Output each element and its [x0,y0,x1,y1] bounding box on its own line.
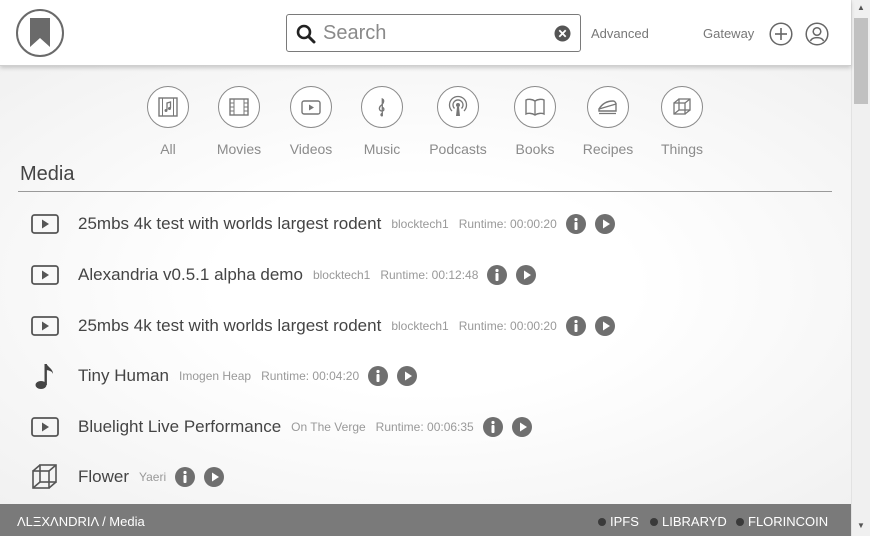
search-icon [296,24,316,49]
podcast-icon [437,86,479,128]
media-publisher: blocktech1 [391,217,449,231]
category-all[interactable]: All [133,86,203,157]
category-books[interactable]: Books [500,86,570,157]
category-label: Movies [216,141,262,157]
section-divider [18,191,832,192]
pie-icon [587,86,629,128]
media-publisher: Yaeri [139,470,167,484]
play-icon[interactable] [511,417,532,437]
media-row[interactable]: 25mbs 4k test with worlds largest rodent… [30,312,615,340]
status-ipfs: IPFS [598,514,639,529]
category-label: Recipes [582,141,634,157]
music-note-icon [30,362,64,390]
status-dot [650,517,658,526]
category-label: Things [660,141,704,157]
media-title[interactable]: Bluelight Live Performance [78,417,281,437]
status-libraryd: LIBRARYD [650,514,727,529]
status-label: FLORINCOIN [748,514,829,529]
category-label: All [160,141,176,157]
top-header: Advanced Gateway [0,0,851,66]
media-runtime: Runtime: 00:00:20 [458,319,557,333]
scroll-up-arrow-icon[interactable]: ▲ [857,3,865,12]
media-runtime: Runtime: 00:12:48 [380,268,479,282]
cube-type-icon [30,463,64,491]
play-icon[interactable] [397,366,418,386]
clear-search-icon[interactable] [554,25,571,47]
media-runtime: Runtime: 00:06:35 [375,420,474,434]
category-music[interactable]: Music [347,86,417,157]
main-content: All Movies Videos Music Podcasts Books R… [0,66,851,504]
treble-clef-icon [361,86,403,128]
info-icon[interactable] [565,214,586,234]
category-label: Books [515,141,555,157]
media-title[interactable]: Tiny Human [78,366,169,386]
section-title: Media [20,163,75,185]
media-title[interactable]: Alexandria v0.5.1 alpha demo [78,265,303,285]
vertical-scrollbar[interactable]: ▲ ▼ [851,0,870,536]
media-title[interactable]: 25mbs 4k test with worlds largest rodent [78,214,381,234]
search-input[interactable] [323,19,543,47]
media-row[interactable]: Flower Yaeri [30,463,225,491]
video-type-icon [30,312,64,340]
category-label: Podcasts [429,141,487,157]
media-row[interactable]: Tiny Human Imogen Heap Runtime: 00:04:20 [30,362,418,390]
play-icon[interactable] [516,265,537,285]
status-footer: ΛLΞXΛNDRIΛ / Media IPFS LIBRARYD FLORINC… [0,504,851,536]
media-publisher: On The Verge [291,420,366,434]
media-runtime: Runtime: 00:00:20 [458,217,557,231]
search-box [286,14,581,52]
gateway-link[interactable]: Gateway [703,26,754,41]
video-type-icon [30,210,64,238]
status-label: LIBRARYD [662,514,727,529]
play-icon[interactable] [594,214,615,234]
category-podcasts[interactable]: Podcasts [423,86,493,157]
info-icon[interactable] [368,366,389,386]
play-icon[interactable] [204,467,225,487]
cube-icon [661,86,703,128]
play-icon[interactable] [594,316,615,336]
media-publisher: Imogen Heap [179,369,252,383]
media-row[interactable]: Alexandria v0.5.1 alpha demo blocktech1 … [30,261,537,289]
media-title[interactable]: Flower [78,467,129,487]
media-row[interactable]: 25mbs 4k test with worlds largest rodent… [30,210,615,238]
status-dot [736,517,744,526]
media-row[interactable]: Bluelight Live Performance On The Verge … [30,413,532,441]
info-icon[interactable] [175,467,196,487]
info-icon[interactable] [565,316,586,336]
breadcrumb[interactable]: ΛLΞXΛNDRIΛ / Media [17,514,145,529]
info-icon[interactable] [482,417,503,437]
category-label: Videos [289,141,333,157]
category-videos[interactable]: Videos [276,86,346,157]
scroll-down-arrow-icon[interactable]: ▼ [857,521,865,530]
category-movies[interactable]: Movies [204,86,274,157]
info-icon[interactable] [487,265,508,285]
media-publisher: blocktech1 [312,268,371,282]
category-things[interactable]: Things [647,86,717,157]
status-label: IPFS [610,514,639,529]
media-title[interactable]: 25mbs 4k test with worlds largest rodent [78,316,381,336]
user-circle-icon[interactable] [805,22,829,51]
media-runtime: Runtime: 00:04:20 [261,369,360,383]
video-type-icon [30,413,64,441]
film-icon [218,86,260,128]
media-publisher: blocktech1 [391,319,449,333]
status-dot [598,517,606,526]
plus-circle-icon[interactable] [769,22,793,51]
video-type-icon [30,261,64,289]
video-play-icon [290,86,332,128]
book-icon [514,86,556,128]
category-recipes[interactable]: Recipes [573,86,643,157]
status-florincoin: FLORINCOIN [736,514,828,529]
advanced-search-link[interactable]: Advanced [591,26,649,41]
scrollbar-thumb[interactable] [854,18,868,104]
category-label: Music [363,141,401,157]
all-media-icon [147,86,189,128]
bookmark-logo-icon[interactable] [16,9,64,57]
